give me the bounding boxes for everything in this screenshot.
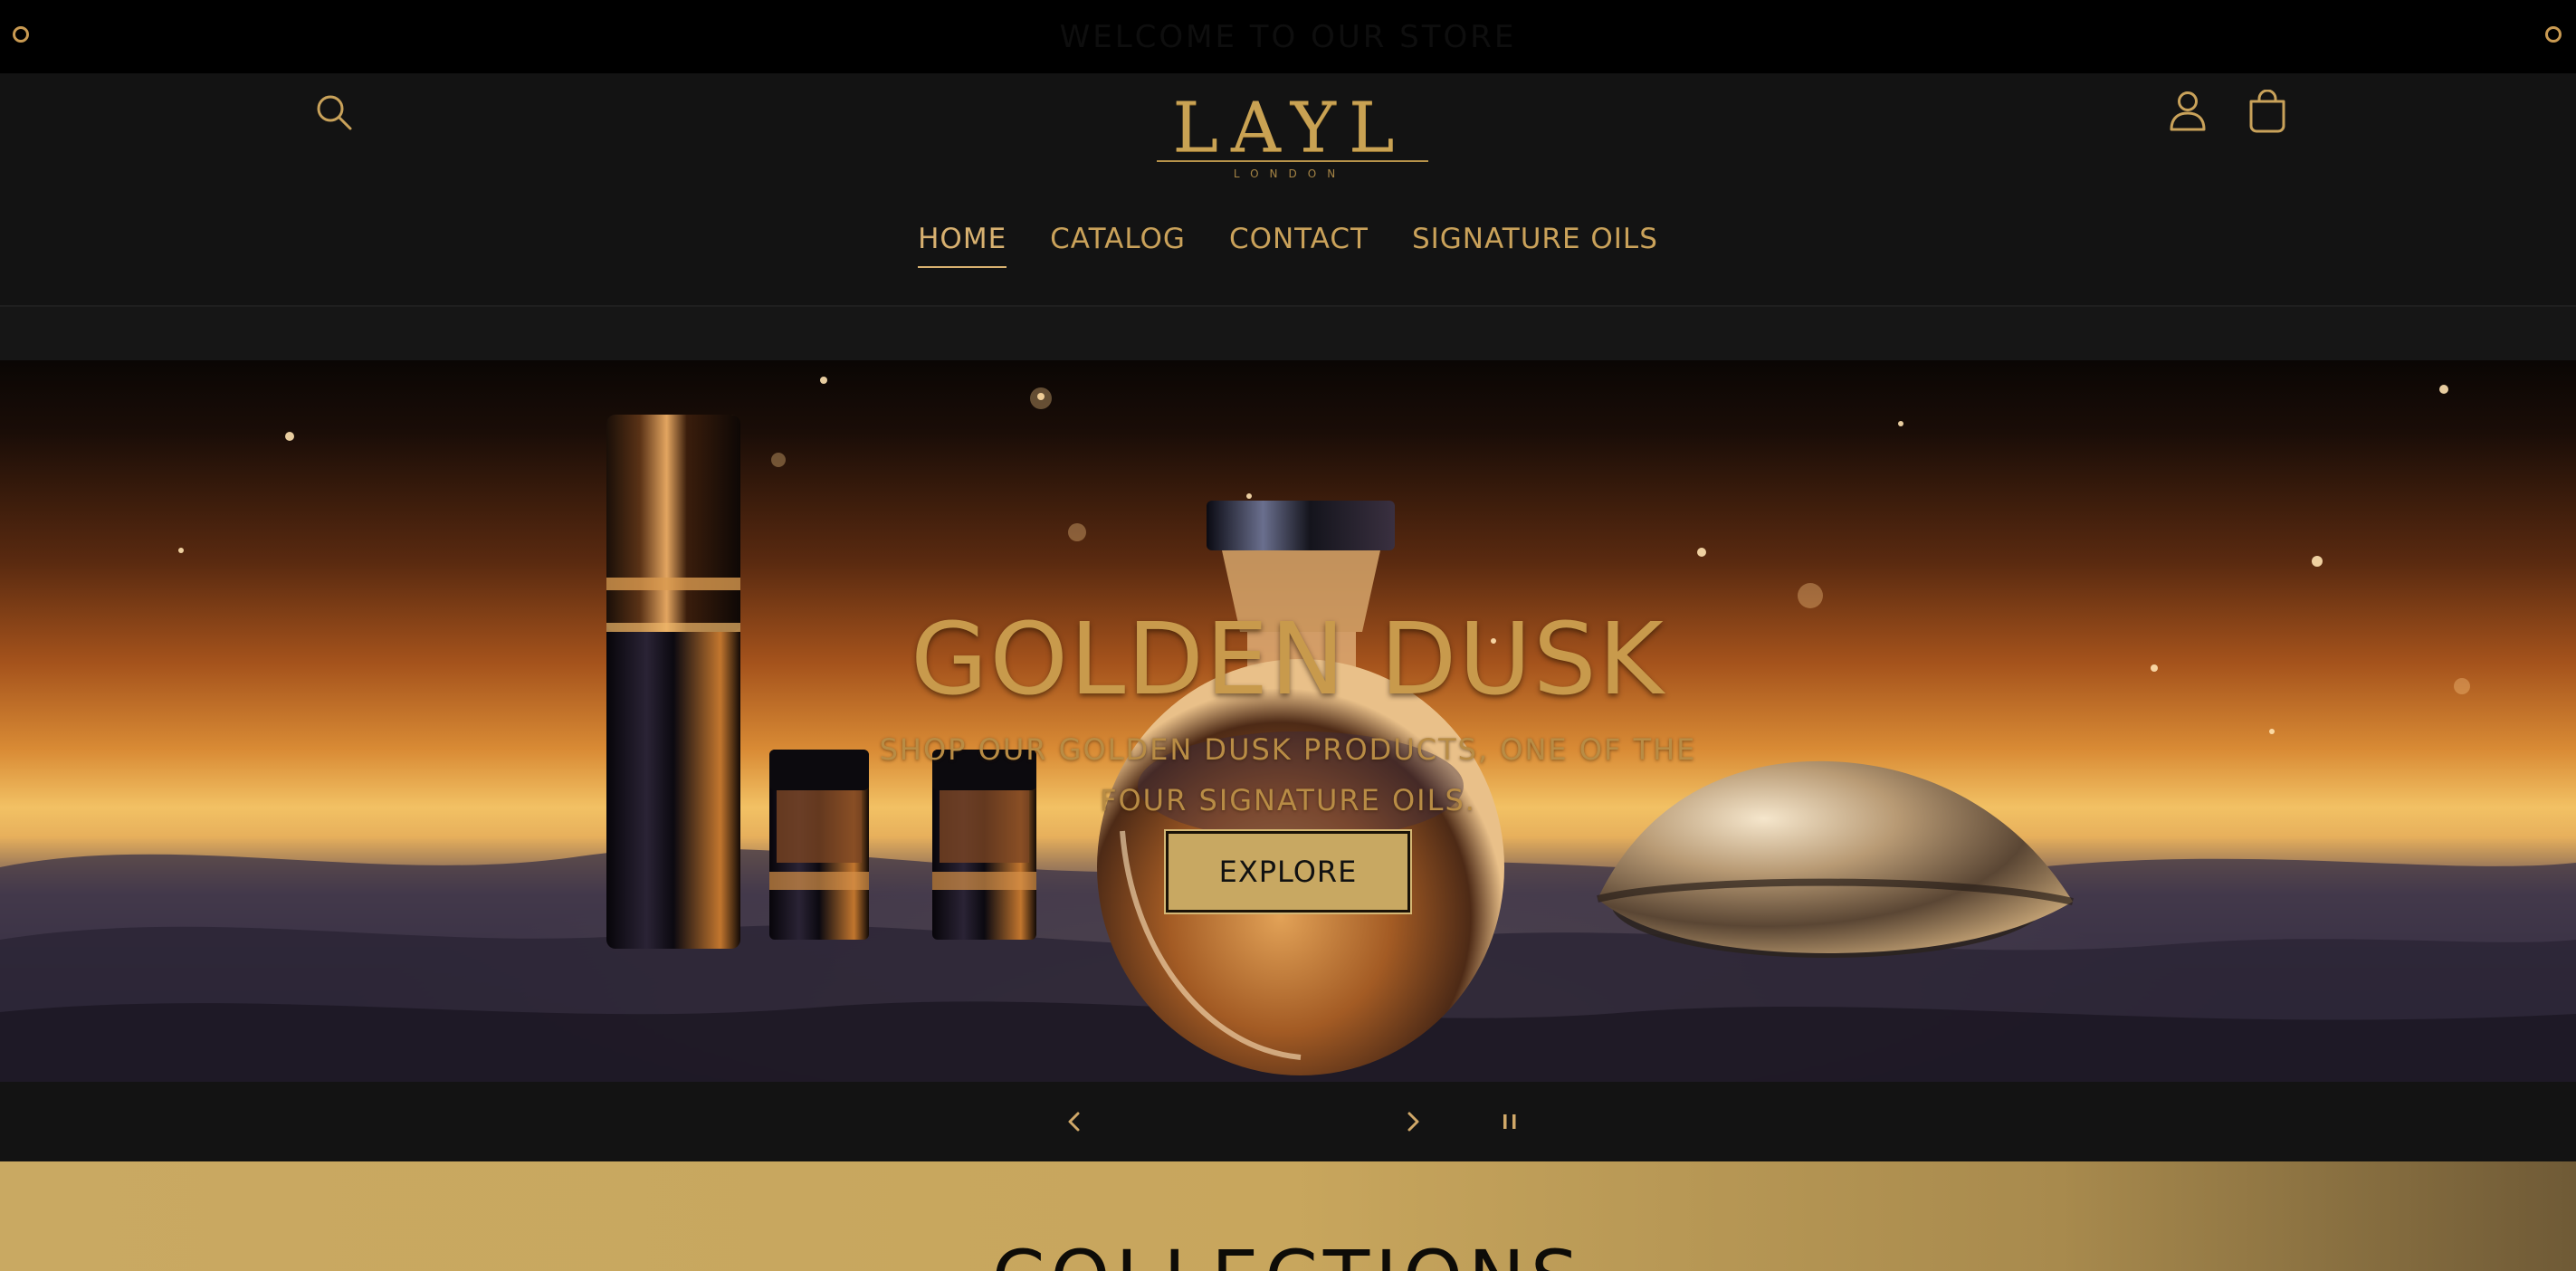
cart-button[interactable] bbox=[2247, 90, 2288, 133]
search-button[interactable] bbox=[313, 91, 355, 133]
announcement-text: WELCOME TO OUR STORE bbox=[1059, 18, 1517, 55]
user-icon bbox=[2170, 91, 2206, 131]
main-nav: HOME CATALOG CONTACT SIGNATURE OILS bbox=[0, 223, 2576, 268]
logo-subtext: LONDON bbox=[1233, 167, 1347, 180]
hero-content: GOLDEN DUSK SHOP OUR GOLDEN DUSK PRODUCT… bbox=[0, 601, 2576, 914]
logo-underline bbox=[1157, 160, 1428, 162]
hero-title: GOLDEN DUSK bbox=[911, 601, 1665, 717]
explore-button[interactable]: EXPLORE bbox=[1164, 829, 1412, 914]
hero-slide: GOLDEN DUSK SHOP OUR GOLDEN DUSK PRODUCT… bbox=[0, 360, 2576, 1082]
bag-icon bbox=[2249, 90, 2285, 133]
chevron-left-icon bbox=[1068, 1112, 1080, 1132]
pause-slideshow-button[interactable] bbox=[1499, 1107, 1521, 1136]
previous-slide-button[interactable] bbox=[1063, 1105, 1086, 1138]
nav-item-home[interactable]: HOME bbox=[918, 223, 1007, 268]
search-icon bbox=[317, 95, 352, 130]
logo-text: LAYL bbox=[1172, 87, 1407, 167]
nav-item-catalog[interactable]: CATALOG bbox=[1050, 223, 1186, 268]
collections-section: COLLECTIONS bbox=[0, 1161, 2576, 1271]
nav-item-contact[interactable]: CONTACT bbox=[1229, 223, 1369, 268]
site-header: LAYL LONDON HOME CATALOG CONTACT SIGNATU… bbox=[0, 73, 2576, 307]
pause-icon bbox=[1503, 1114, 1516, 1129]
ring-icon-left bbox=[13, 26, 29, 43]
next-slide-button[interactable] bbox=[1401, 1105, 1425, 1138]
slider-controls bbox=[0, 1082, 2576, 1161]
hero-subtitle: SHOP OUR GOLDEN DUSK PRODUCTS, ONE OF TH… bbox=[879, 732, 1697, 817]
announcement-bar: WELCOME TO OUR STORE bbox=[0, 0, 2576, 73]
chevron-right-icon bbox=[1407, 1112, 1419, 1132]
account-button[interactable] bbox=[2168, 90, 2208, 133]
collections-title: COLLECTIONS bbox=[0, 1234, 2576, 1271]
nav-item-signature-oils[interactable]: SIGNATURE OILS bbox=[1412, 223, 1658, 268]
header-spacer bbox=[0, 307, 2576, 360]
ring-icon-right bbox=[2545, 26, 2562, 43]
brand-logo[interactable]: LAYL LONDON bbox=[1150, 91, 1430, 191]
